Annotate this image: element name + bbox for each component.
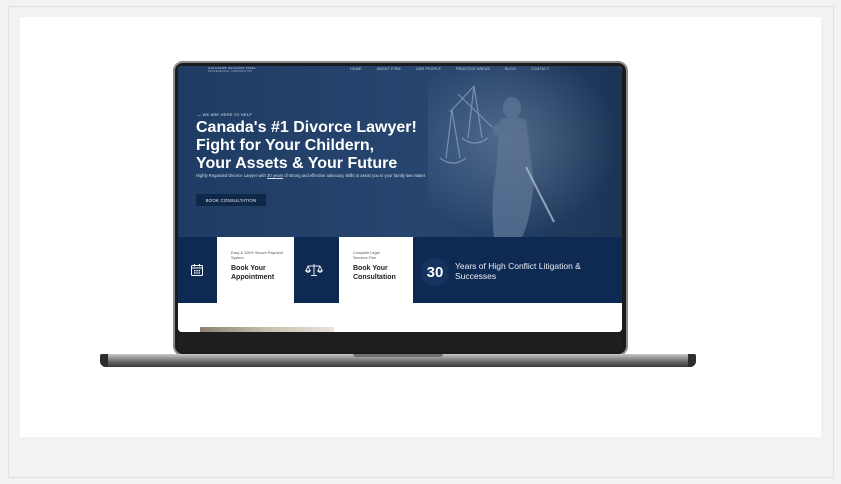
scales-icon <box>305 264 323 276</box>
calendar-icon-box <box>178 237 216 303</box>
lady-justice-statue-icon <box>439 85 555 237</box>
card1-title: Book Your Appointment <box>231 265 275 281</box>
years-link[interactable]: 30 years <box>267 173 283 178</box>
book-appointment-card[interactable]: Easy & 100% Secure Payment System Book Y… <box>217 237 294 303</box>
nav-links: HOME ABOUT FIRM OUR PEOPLE PRACTICE AREA… <box>350 67 549 71</box>
calendar-icon <box>191 264 203 276</box>
card2-title: Book Your Consultation <box>353 265 396 281</box>
book-consultation-card[interactable]: Complete Legal Services Firm Book Your C… <box>339 237 413 303</box>
scales-icon-box <box>295 237 333 303</box>
laptop-base <box>100 354 696 367</box>
years-text: Years of High Conflict Litigation & Succ… <box>455 261 581 281</box>
nav-contact[interactable]: CONTACT <box>531 67 550 71</box>
laptop-screen: GOLDFARB SHULMAN PATEL PROFESSIONAL CORP… <box>178 66 622 332</box>
nav-home[interactable]: HOME <box>350 67 362 71</box>
card1-description: Easy & 100% Secure Payment System <box>231 251 283 260</box>
card2-description: Complete Legal Services Firm <box>353 251 380 260</box>
base-edge-left <box>100 354 108 367</box>
laptop-bottom-bezel <box>178 332 622 352</box>
nav-blog[interactable]: BLOG <box>505 67 516 71</box>
site-logo[interactable]: GOLDFARB SHULMAN PATEL PROFESSIONAL CORP… <box>208 66 256 74</box>
nav-practice-areas[interactable]: PRACTICE AREAS <box>456 67 490 71</box>
base-notch <box>353 354 443 357</box>
hero-title: Canada's #1 Divorce Lawyer! Fight for Yo… <box>196 119 417 172</box>
years-badge: 30 <box>421 258 449 286</box>
book-consultation-button[interactable]: BOOK CONSULTATION <box>196 194 266 206</box>
site-navbar: GOLDFARB SHULMAN PATEL PROFESSIONAL CORP… <box>178 66 622 76</box>
nav-our-people[interactable]: OUR PEOPLE <box>416 67 441 71</box>
hero-section: GOLDFARB SHULMAN PATEL PROFESSIONAL CORP… <box>178 66 622 246</box>
below-fold-section <box>178 303 622 332</box>
nav-about-firm[interactable]: ABOUT FIRM <box>377 67 401 71</box>
hero-eyebrow: — WE ARE HERE TO HELP <box>197 112 253 117</box>
hero-subtitle: Highly Regarded Divorce Lawyer with 30 y… <box>196 173 427 178</box>
